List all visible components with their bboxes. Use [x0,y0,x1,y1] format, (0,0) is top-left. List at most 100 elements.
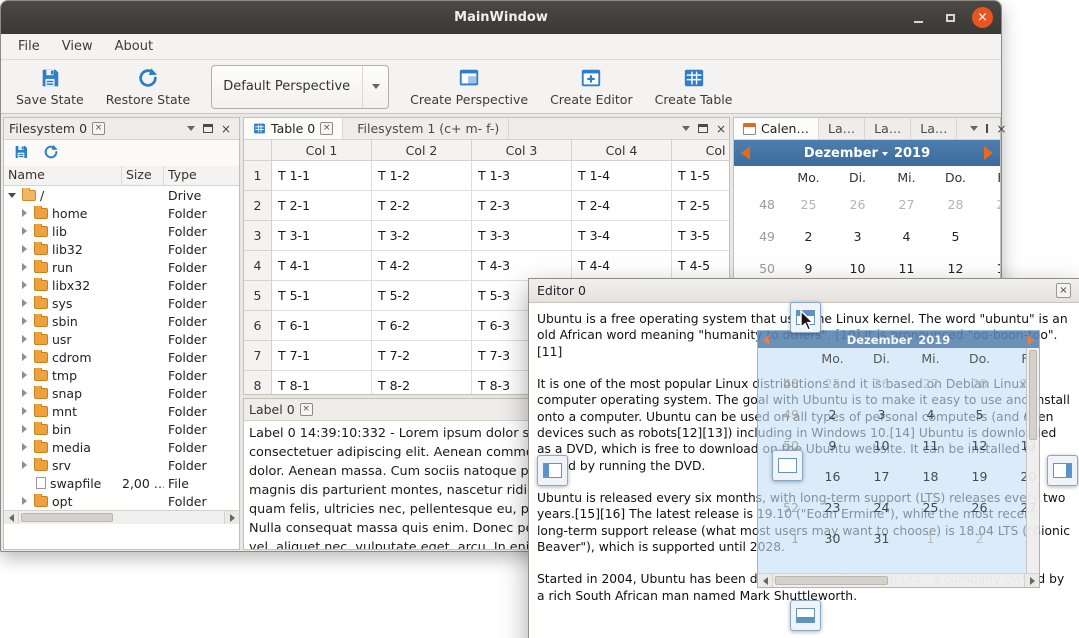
expander-icon[interactable] [20,424,30,434]
expander-icon[interactable] [8,190,18,200]
table-cell[interactable]: T 4-3 [472,251,572,281]
table-cell[interactable]: T 1-5 [672,161,729,191]
calendar-day-cell[interactable]: 13 [980,261,1000,276]
maximize-button[interactable] [940,7,961,28]
expander-icon[interactable] [20,496,30,506]
calendar-day-cell[interactable]: 25 [784,197,833,212]
tree-row[interactable]: mediaFolder [4,438,239,456]
table-cell[interactable]: T 1-3 [472,161,572,191]
table-cell[interactable]: T 1-2 [372,161,472,191]
menu-item-about[interactable]: About [104,35,164,58]
restore-icon[interactable] [43,144,59,163]
perspective-select[interactable]: Default Perspective [211,65,389,109]
expander-icon[interactable] [20,388,30,398]
dock-close-icon[interactable]: × [993,123,1009,135]
row-header[interactable]: 5 [244,281,272,311]
table-cell[interactable]: T 2-1 [272,191,372,221]
column-header-type[interactable]: Type [164,166,239,185]
dock-menu-icon[interactable] [679,126,693,131]
table-cell[interactable]: T 2-3 [472,191,572,221]
row-header[interactable]: 4 [244,251,272,281]
calendar-day-cell[interactable]: 6 [980,229,1000,244]
row-header[interactable]: 2 [244,191,272,221]
calendar-day-cell[interactable]: 4 [882,229,931,244]
row-header[interactable]: 8 [244,371,272,394]
table-cell[interactable]: T 4-2 [372,251,472,281]
column-header[interactable]: Col 4 [572,140,672,161]
expander-icon[interactable] [20,406,30,416]
scrollbar-track[interactable] [19,511,224,524]
tree-row[interactable]: binFolder [4,420,239,438]
dock-close-icon[interactable]: × [713,123,729,135]
expander-icon[interactable] [20,262,30,272]
editor-titlebar[interactable]: Editor 0 × [529,279,1079,303]
editor-close-icon[interactable]: × [1056,283,1071,298]
close-button[interactable]: × [972,7,993,28]
prev-month-icon[interactable] [741,146,750,160]
expander-icon[interactable] [20,244,30,254]
tree-row[interactable]: /Drive [4,186,239,204]
expander-icon[interactable] [20,280,30,290]
calendar-day-cell[interactable]: 29 [980,197,1000,212]
calendar-day-cell[interactable]: 27 [882,197,931,212]
table-cell[interactable]: T 3-3 [472,221,572,251]
row-header[interactable]: 1 [244,161,272,191]
create-editor-button[interactable]: Create Editor [539,64,644,110]
year-label[interactable]: 2019 [890,146,934,161]
scroll-left-icon[interactable] [4,511,19,524]
column-header[interactable]: Col 3 [472,140,572,161]
expander-icon[interactable] [20,226,30,236]
table-cell[interactable]: T 8-1 [272,371,372,394]
calendar-day-cell[interactable]: 5 [931,229,980,244]
table-cell[interactable]: T 1-1 [272,161,372,191]
tree-row[interactable]: swapfile2,00 …File [4,474,239,492]
dock-float-icon[interactable] [698,124,708,133]
table-cell[interactable]: T 2-5 [672,191,729,221]
row-header[interactable]: 3 [244,221,272,251]
tab-table0[interactable]: Table 0 × [244,118,343,139]
expander-icon[interactable] [20,208,30,218]
calendar-day-cell[interactable]: 12 [931,261,980,276]
tree-row[interactable]: libx32Folder [4,276,239,294]
expander-icon[interactable] [20,316,30,326]
table-cell[interactable]: T 3-5 [672,221,729,251]
column-header[interactable]: Col 5 [672,140,729,161]
save-icon[interactable] [13,144,29,163]
tab-calendar[interactable]: Calen… [734,118,819,139]
column-header-name[interactable]: Name [4,166,122,185]
tree-row[interactable]: optFolder [4,492,239,510]
dock-indicator-bottom[interactable] [790,600,821,631]
table-cell[interactable]: T 3-2 [372,221,472,251]
expander-icon[interactable] [20,334,30,344]
calendar-day-cell[interactable]: 9 [784,261,833,276]
table-cell[interactable]: T 3-1 [272,221,372,251]
label-tab-close-icon[interactable]: × [300,403,313,416]
table-cell[interactable]: T 5-2 [372,281,472,311]
calendar-day-cell[interactable]: 26 [833,197,882,212]
next-month-icon[interactable] [984,146,993,160]
column-header[interactable]: Col 2 [372,140,472,161]
tab-close-icon[interactable]: × [320,122,333,135]
tree-row[interactable]: lib32Folder [4,240,239,258]
create-perspective-button[interactable]: Create Perspective [399,64,539,110]
calendar-day-cell[interactable]: 28 [931,197,980,212]
tree-row[interactable]: libFolder [4,222,239,240]
expander-icon[interactable] [20,298,30,308]
menu-item-file[interactable]: File [7,35,51,58]
table-cell[interactable]: T 4-4 [572,251,672,281]
dock-close-icon[interactable]: × [218,123,234,135]
table-cell[interactable]: T 6-2 [372,311,472,341]
calendar-day-cell[interactable]: 10 [833,261,882,276]
save-state-button[interactable]: Save State [5,64,95,110]
calendar-day-cell[interactable]: 2 [784,229,833,244]
filesystem-tab-close-icon[interactable]: × [92,122,105,135]
dock-float-icon[interactable] [203,124,213,133]
tab-label-3[interactable]: La… [911,118,957,139]
titlebar[interactable]: MainWindow × [1,1,1001,34]
column-header-size[interactable]: Size [122,166,164,185]
tab-label-1[interactable]: La… [819,118,865,139]
table-cell[interactable]: T 3-4 [572,221,672,251]
create-table-button[interactable]: Create Table [644,64,744,110]
table-cell[interactable]: T 2-4 [572,191,672,221]
table-cell[interactable]: T 4-1 [272,251,372,281]
